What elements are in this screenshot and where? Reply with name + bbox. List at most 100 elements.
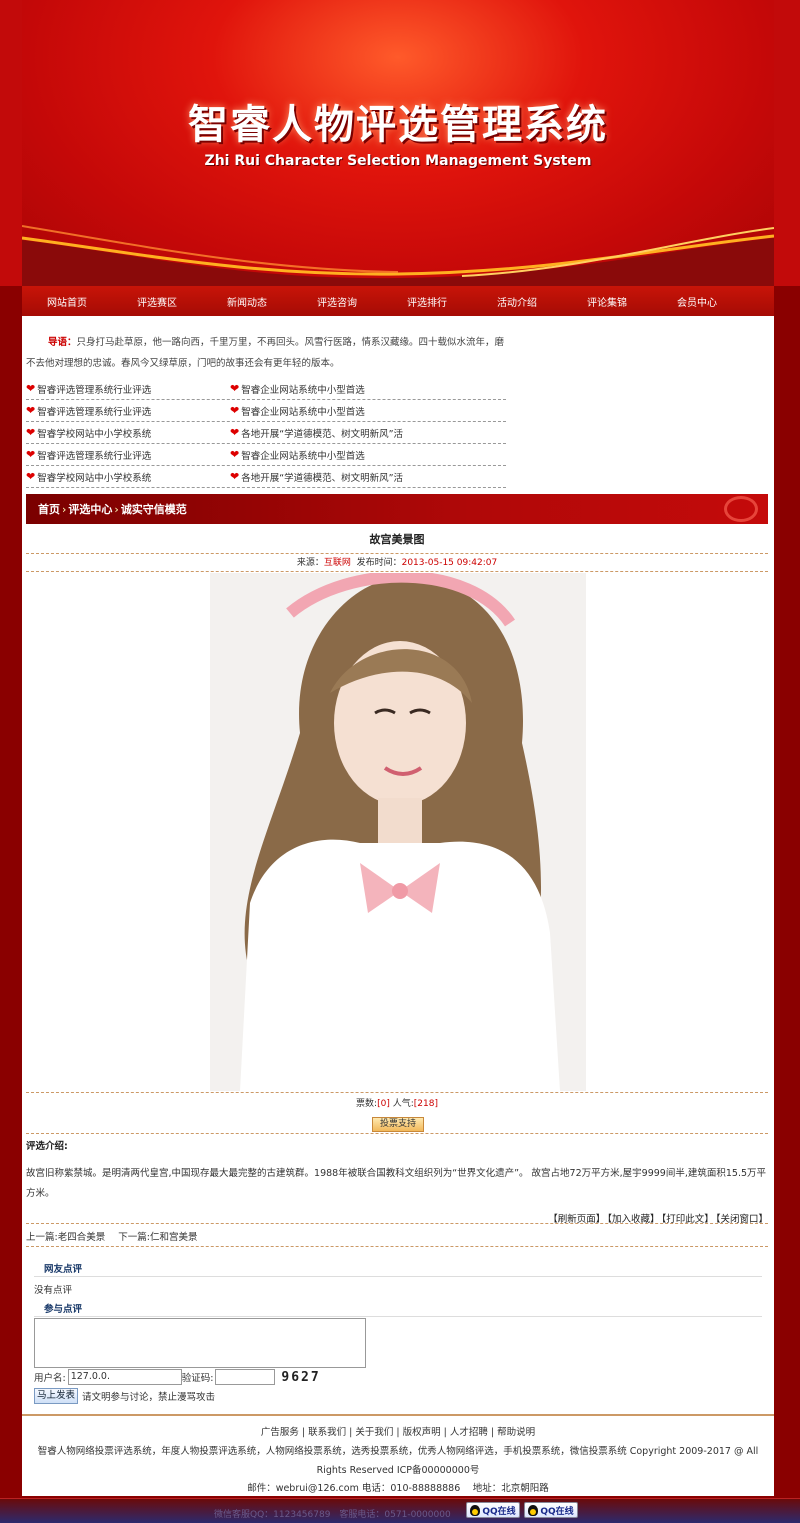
news-link[interactable]: ❤ 智睿企业网站系统中小型首选 — [230, 448, 434, 462]
qq-online-button[interactable]: QQ在线 — [466, 1502, 520, 1518]
news-link-label: 智睿评选管理系统行业评选 — [37, 384, 152, 396]
breadcrumb-current[interactable]: 诚实守信模范 — [121, 501, 187, 517]
site-title: 智睿人物评选管理系统 — [188, 101, 608, 148]
news-link-label: 智睿企业网站系统中小型首选 — [241, 384, 365, 396]
next-label: 下一篇: — [118, 1232, 150, 1243]
main-nav: 网站首页 评选赛区 新闻动态 评选咨询 评选排行 活动介绍 评论集锦 会员中心 — [22, 286, 774, 316]
breadcrumb-separator: › — [114, 502, 119, 516]
qq-online-button[interactable]: QQ在线 — [524, 1502, 578, 1518]
intro-text: 故宫旧称紫禁城。是明清两代皇宫,中国现存最大最完整的古建筑群。1988年被联合国… — [26, 1168, 767, 1199]
news-link-label: 智睿企业网站系统中小型首选 — [241, 406, 365, 418]
list-item: ❤ 智睿评选管理系统行业评选 ❤ 智睿企业网站系统中小型首选 — [26, 444, 506, 466]
header-banner: 智睿人物评选管理系统 Zhi Rui Character Selection M… — [22, 0, 774, 286]
nav-comments[interactable]: 评论集锦 — [562, 294, 652, 309]
comment-textarea[interactable] — [34, 1318, 366, 1368]
news-link[interactable]: ❤ 各地开展“学道德模范、树文明新风”活 — [230, 470, 434, 484]
news-link[interactable]: ❤ 各地开展“学道德模范、树文明新风”活 — [230, 426, 434, 440]
news-link[interactable]: ❤ 智睿企业网站系统中小型首选 — [230, 404, 434, 418]
comment-notice: 请文明参与讨论，禁止漫骂攻击 — [82, 1392, 216, 1403]
list-item: ❤ 智睿学校网站中小学校系统 ❤ 各地开展“学道德模范、树文明新风”活 — [26, 466, 506, 488]
footer-links[interactable]: 广告服务 | 联系我们 | 关于我们 | 版权声明 | 人才招聘 | 帮助说明 — [22, 1424, 774, 1438]
heart-icon: ❤ — [230, 382, 240, 395]
prev-link[interactable]: 老四合美景 — [58, 1232, 106, 1243]
article-title: 故宫美景图 — [26, 526, 768, 554]
divider — [26, 1223, 768, 1224]
username-input[interactable]: 127.0.0. — [67, 1369, 182, 1385]
portrait-image — [210, 573, 586, 1091]
list-item: ❤ 智睿评选管理系统行业评选 ❤ 智睿企业网站系统中小型首选 — [26, 378, 506, 400]
vote-stats: 票数:[0] 人气:[218] — [26, 1096, 768, 1109]
captcha-image[interactable]: 9627 — [281, 1370, 320, 1385]
captcha-input[interactable] — [215, 1369, 276, 1385]
penguin-icon — [528, 1504, 539, 1516]
popularity-value: [218] — [413, 1099, 438, 1109]
article-meta: 来源：互联网 发布时间：2013-05-15 09:42:07 — [26, 554, 768, 572]
list-item: ❤ 智睿学校网站中小学校系统 ❤ 各地开展“学道德模范、树文明新风”活 — [26, 422, 506, 444]
comments-heading: 网友点评 — [34, 1261, 762, 1277]
news-link[interactable]: ❤ 智睿评选管理系统行业评选 — [26, 448, 230, 462]
time-value: 2013-05-15 09:42:07 — [401, 558, 498, 568]
intro-label: 评选介绍: — [26, 1141, 68, 1152]
news-link-label: 智睿评选管理系统行业评选 — [37, 406, 152, 418]
divider — [26, 1246, 768, 1247]
nav-news[interactable]: 新闻动态 — [202, 294, 292, 309]
site-subtitle: Zhi Rui Character Selection Management S… — [204, 153, 592, 169]
source-value[interactable]: 互联网 — [324, 558, 351, 568]
nav-contest-zones[interactable]: 评选赛区 — [112, 294, 202, 309]
comment-submit-row: 马上发表 请文明参与讨论，禁止漫骂攻击 — [34, 1388, 215, 1404]
news-link-label: 各地开展“学道德模范、树文明新风”活 — [241, 472, 404, 484]
time-label: 发布时间： — [356, 558, 402, 568]
popularity-label: 人气: — [392, 1099, 414, 1109]
breadcrumb-home[interactable]: 首页 — [38, 501, 60, 517]
vote-button[interactable]: 投票支持 — [372, 1117, 424, 1132]
divider — [26, 1133, 768, 1134]
news-link-label: 智睿评选管理系统行业评选 — [37, 450, 152, 462]
qq-label: QQ在线 — [482, 1506, 516, 1517]
nav-ranking[interactable]: 评选排行 — [382, 294, 472, 309]
news-link-label: 各地开展“学道德模范、树文明新风”活 — [241, 428, 404, 440]
news-links: ❤ 智睿评选管理系统行业评选 ❤ 智睿企业网站系统中小型首选 ❤ 智睿评选管理系统行业… — [26, 378, 506, 488]
news-link[interactable]: ❤ 智睿学校网站中小学校系统 — [26, 426, 230, 440]
next-link[interactable]: 仁和宫美景 — [150, 1232, 198, 1243]
nav-consult[interactable]: 评选咨询 — [292, 294, 382, 309]
news-link-label: 智睿学校网站中小学校系统 — [37, 428, 152, 440]
captcha-label: 验证码: — [181, 1373, 214, 1384]
footer-contact: 邮件：webrui@126.com 电话：010-88888886 地址：北京朝… — [247, 1483, 549, 1494]
news-link[interactable]: ❤ 智睿评选管理系统行业评选 — [26, 382, 230, 396]
breadcrumb-section[interactable]: 评选中心 — [68, 501, 112, 517]
heart-icon: ❤ — [26, 404, 36, 417]
footer: 广告服务 | 联系我们 | 关于我们 | 版权声明 | 人才招聘 | 帮助说明 … — [22, 1414, 774, 1496]
comment-form-fields: 用户名: 127.0.0. 验证码: 9627 — [34, 1369, 321, 1385]
guide-label: 导语： — [48, 337, 77, 348]
heart-icon: ❤ — [230, 448, 240, 461]
main-content: 导语：只身打马赴草原，他一路向西，千里万里，不再回头。风雪行医路，情系汉藏缘。四… — [22, 316, 774, 1414]
article-photo — [210, 573, 586, 1091]
comments-empty: 没有点评 — [34, 1285, 73, 1296]
nav-home[interactable]: 网站首页 — [22, 294, 112, 309]
nav-activities[interactable]: 活动介绍 — [472, 294, 562, 309]
qq-label: QQ在线 — [540, 1506, 574, 1517]
news-link[interactable]: ❤ 智睿学校网站中小学校系统 — [26, 470, 230, 484]
breadcrumb: 首页 › 评选中心 › 诚实守信模范 — [26, 494, 768, 524]
submit-comment-button[interactable]: 马上发表 — [34, 1388, 78, 1404]
news-link-label: 智睿企业网站系统中小型首选 — [241, 450, 365, 462]
list-item: ❤ 智睿评选管理系统行业评选 ❤ 智睿企业网站系统中小型首选 — [26, 400, 506, 422]
heart-icon: ❤ — [26, 470, 36, 483]
news-link[interactable]: ❤ 智睿企业网站系统中小型首选 — [230, 382, 434, 396]
comment-form-heading: 参与点评 — [34, 1301, 762, 1317]
breadcrumb-separator: › — [62, 502, 67, 516]
news-link-label: 智睿学校网站中小学校系统 — [37, 472, 152, 484]
penguin-icon — [470, 1504, 481, 1516]
divider — [26, 1092, 768, 1093]
heart-icon: ❤ — [230, 470, 240, 483]
heart-icon: ❤ — [230, 426, 240, 439]
banner-left-fill — [0, 0, 22, 286]
nav-member-center[interactable]: 会员中心 — [652, 294, 742, 309]
votes-label: 票数: — [356, 1099, 378, 1109]
prev-next-nav: 上一篇:老四合美景 下一篇:仁和宫美景 — [26, 1229, 207, 1243]
banner-wave-decoration — [22, 225, 774, 286]
news-link[interactable]: ❤ 智睿评选管理系统行业评选 — [26, 404, 230, 418]
bottom-contact-text: 微信客服QQ：1123456789 客服电话：0571-0000000 — [214, 1510, 451, 1520]
bottom-bar: 微信客服QQ：1123456789 客服电话：0571-0000000 QQ在线… — [0, 1498, 800, 1523]
guide-text: 导语：只身打马赴草原，他一路向西，千里万里，不再回头。风雪行医路，情系汉藏缘。四… — [26, 332, 506, 374]
